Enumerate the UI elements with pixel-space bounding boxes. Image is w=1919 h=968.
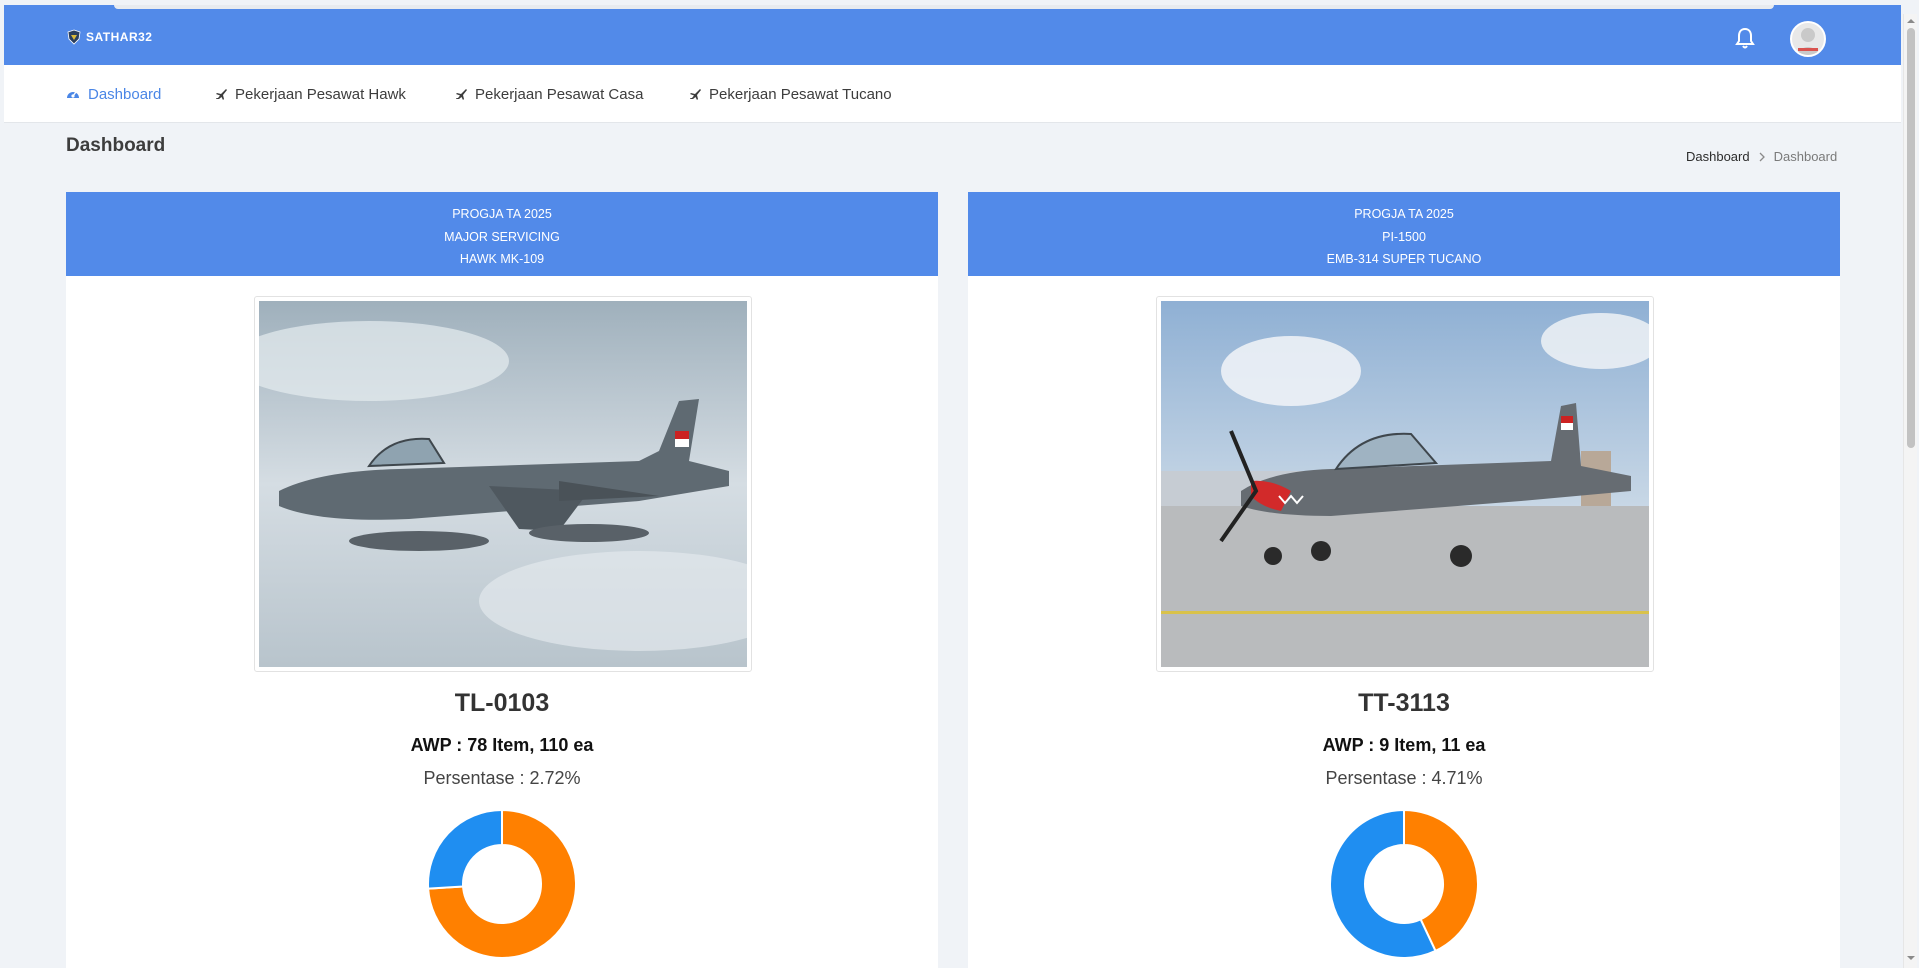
- chevron-right-icon: [1759, 152, 1765, 161]
- card-header-line: MAJOR SERVICING: [444, 229, 560, 244]
- awp-summary: AWP : 9 Item, 11 ea: [1322, 735, 1486, 755]
- card-header: PROGJA TA 2025 PI-1500 EMB-314 SUPER TUC…: [968, 192, 1840, 276]
- user-avatar[interactable]: [1790, 21, 1826, 57]
- plane-icon: [690, 89, 701, 100]
- nav-label: Pekerjaan Pesawat Hawk: [235, 85, 406, 103]
- nav-dashboard[interactable]: Dashboard: [66, 65, 161, 123]
- hawk-jet-photo: [259, 301, 747, 667]
- breadcrumb: Dashboard Dashboard: [1686, 149, 1837, 164]
- aircraft-registration: TL-0103: [454, 689, 550, 717]
- dashboard-gauge-icon: [67, 91, 79, 98]
- aircraft-photo-frame: [1156, 296, 1654, 672]
- nav-label: Dashboard: [88, 85, 162, 103]
- brand-logo[interactable]: SATHAR32: [66, 29, 152, 45]
- plane-icon: [456, 89, 467, 100]
- scrollbar-thumb[interactable]: [1907, 28, 1915, 448]
- browser-edge: [114, 5, 1774, 9]
- breadcrumb-home[interactable]: Dashboard: [1686, 149, 1750, 164]
- page-title: Dashboard: [66, 135, 166, 156]
- card-header-line: HAWK MK-109: [459, 252, 545, 266]
- percentage-text: Persentase : 2.72%: [423, 768, 581, 788]
- breadcrumb-current: Dashboard: [1773, 149, 1838, 164]
- nav-label: Pekerjaan Pesawat Tucano: [709, 85, 892, 103]
- donut-segment-blue[interactable]: [427, 809, 503, 890]
- nav-pekerjaan-hawk[interactable]: Pekerjaan Pesawat Hawk: [215, 65, 406, 123]
- nav-pekerjaan-casa[interactable]: Pekerjaan Pesawat Casa: [455, 65, 643, 123]
- card-header-line: EMB-314 SUPER TUCANO: [1326, 252, 1482, 266]
- nav-pekerjaan-tucano[interactable]: Pekerjaan Pesawat Tucano: [689, 65, 892, 123]
- card-header: PROGJA TA 2025 MAJOR SERVICING HAWK MK-1…: [66, 192, 938, 276]
- card-header-line: PI-1500: [1382, 229, 1426, 244]
- plane-icon: [216, 89, 227, 100]
- nav-label: Pekerjaan Pesawat Casa: [475, 85, 644, 103]
- aircraft-photo-frame: [254, 296, 752, 672]
- main-nav: Dashboard Pekerjaan Pesawat Hawk Pekerja…: [4, 65, 1901, 123]
- progress-donut-chart: [427, 809, 577, 959]
- aircraft-registration: TT-3113: [1358, 689, 1450, 717]
- vertical-scrollbar[interactable]: [1903, 14, 1917, 968]
- card-header-line: PROGJA TA 2025: [452, 207, 552, 221]
- top-header: SATHAR32: [4, 5, 1901, 65]
- aircraft-card-hawk: PROGJA TA 2025 MAJOR SERVICING HAWK MK-1…: [66, 192, 938, 968]
- scroll-up-arrow-icon[interactable]: [1907, 17, 1915, 25]
- awp-summary: AWP : 78 Item, 110 ea: [410, 735, 594, 755]
- progress-donut-chart: [1329, 809, 1479, 959]
- percentage-text: Persentase : 4.71%: [1325, 768, 1483, 788]
- tucano-aircraft-photo: [1161, 301, 1649, 667]
- bell-icon[interactable]: [1735, 27, 1755, 54]
- shield-emblem-icon: [67, 29, 81, 45]
- brand-name: SATHAR32: [86, 30, 153, 44]
- card-header-line: PROGJA TA 2025: [1354, 207, 1454, 221]
- aircraft-card-tucano: PROGJA TA 2025 PI-1500 EMB-314 SUPER TUC…: [968, 192, 1840, 968]
- scroll-down-arrow-icon[interactable]: [1907, 954, 1915, 962]
